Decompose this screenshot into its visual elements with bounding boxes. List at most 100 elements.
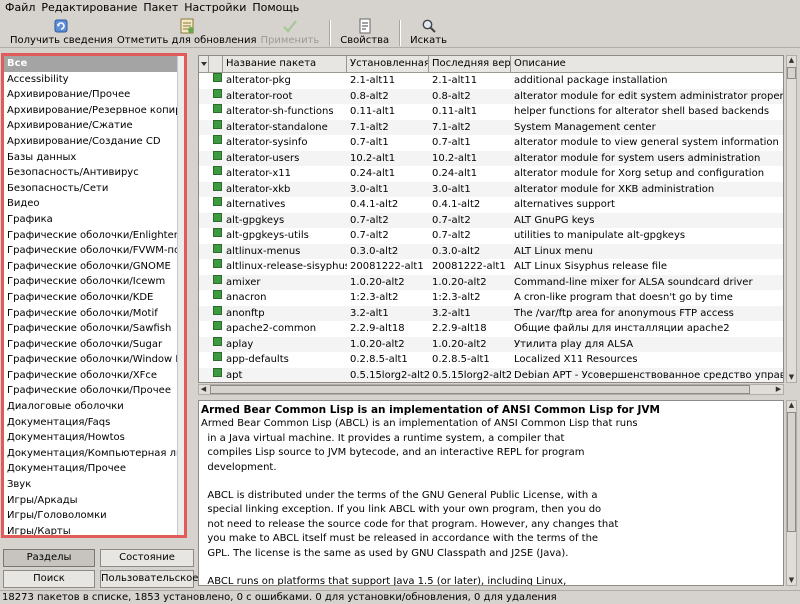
- group-item[interactable]: Документация/Компьютерная литература: [4, 446, 180, 462]
- installed-checkbox[interactable]: [209, 305, 223, 322]
- table-row[interactable]: anacron 1:2.3-alt2 1:2.3-alt2 A cron-like p…: [199, 290, 783, 306]
- properties-button[interactable]: Свойства: [338, 17, 391, 48]
- group-item[interactable]: Все: [4, 56, 180, 72]
- group-item[interactable]: Графические оболочки/Icewm: [4, 274, 180, 290]
- installed-checkbox[interactable]: [209, 104, 223, 120]
- scroll-left-arrow-icon[interactable]: ◀: [199, 385, 208, 394]
- reload-button[interactable]: Получить сведения: [8, 17, 115, 48]
- scroll-thumb[interactable]: [787, 412, 796, 532]
- group-item[interactable]: Видео: [4, 196, 180, 212]
- installed-checkbox[interactable]: [209, 367, 223, 383]
- table-row[interactable]: alterator-xkb 3.0-alt1 3.0-alt1 alterator m…: [199, 181, 783, 198]
- table-row[interactable]: alterator-standalone 7.1-alt2 7.1-alt2 Syst…: [199, 119, 783, 136]
- group-item[interactable]: Графика: [4, 212, 180, 228]
- search-button[interactable]: Искать: [408, 17, 449, 48]
- table-row[interactable]: altlinux-release-sisyphus 20081222-alt1 20…: [199, 259, 783, 275]
- menu-edit[interactable]: Редактирование: [38, 0, 140, 16]
- table-row[interactable]: apache2-common 2.2.9-alt18 2.2.9-alt18 Общи…: [199, 321, 783, 337]
- table-row[interactable]: alterator-sysinfo 0.7-alt1 0.7-alt1 alterat…: [199, 135, 783, 151]
- scroll-thumb[interactable]: [787, 67, 796, 79]
- group-item[interactable]: Графические оболочки/KDE: [4, 290, 180, 306]
- name-column-header[interactable]: [209, 56, 223, 73]
- table-row[interactable]: anonftp 3.2-alt1 3.2-alt1 The /var/ftp area…: [199, 305, 783, 322]
- description-scrollbar[interactable]: ▲ ▼: [786, 400, 797, 586]
- description-header[interactable]: Описание: [511, 56, 783, 73]
- group-item[interactable]: Документация/Howtos: [4, 430, 180, 446]
- group-item[interactable]: Архивирование/Создание CD: [4, 134, 180, 150]
- group-item[interactable]: Графические оболочки/FVWM-подобные: [4, 243, 180, 259]
- installed-checkbox[interactable]: [209, 274, 223, 291]
- table-row[interactable]: app-defaults 0.2.8.5-alt1 0.2.8.5-alt1 Loca…: [199, 352, 783, 368]
- mark-upgrade-button[interactable]: Отметить для обновления: [115, 17, 259, 48]
- group-item[interactable]: Графические оболочки/GNOME: [4, 259, 180, 275]
- status-button[interactable]: Состояние: [100, 549, 194, 567]
- menu-help[interactable]: Помощь: [249, 0, 302, 16]
- group-item[interactable]: Базы данных: [4, 150, 180, 166]
- table-horizontal-scrollbar[interactable]: ◀ ▶: [198, 384, 784, 395]
- menu-package[interactable]: Пакет: [140, 0, 181, 16]
- installed-checkbox[interactable]: [209, 321, 223, 337]
- table-row[interactable]: altlinux-menus 0.3.0-alt2 0.3.0-alt2 ALT Li…: [199, 243, 783, 260]
- group-item[interactable]: Графические оболочки/Window Maker: [4, 352, 180, 368]
- scroll-up-arrow-icon[interactable]: ▲: [787, 56, 796, 65]
- group-item[interactable]: Графические оболочки/Motif: [4, 306, 180, 322]
- installed-checkbox[interactable]: [209, 166, 223, 182]
- installed-checkbox[interactable]: [209, 212, 223, 229]
- installed-checkbox[interactable]: [209, 135, 223, 151]
- custom-filter-button[interactable]: Пользовательское: [100, 570, 198, 588]
- scroll-down-arrow-icon[interactable]: ▼: [787, 373, 796, 382]
- table-row[interactable]: aplay 1.0.20-alt2 1.0.20-alt2 Утилита play …: [199, 336, 783, 353]
- installed-checkbox[interactable]: [209, 119, 223, 136]
- group-item[interactable]: Графические оболочки/XFce: [4, 368, 180, 384]
- installed-checkbox[interactable]: [209, 336, 223, 353]
- group-item[interactable]: Графические оболочки/Sugar: [4, 337, 180, 353]
- installed-checkbox[interactable]: [209, 181, 223, 198]
- search-filter-button[interactable]: Поиск: [3, 570, 95, 588]
- group-item[interactable]: Графические оболочки/Enlightenment: [4, 228, 180, 244]
- table-vertical-scrollbar[interactable]: ▲ ▼: [786, 55, 797, 383]
- group-item[interactable]: Accessibility: [4, 72, 180, 88]
- installed-checkbox[interactable]: [209, 228, 223, 244]
- group-item[interactable]: Игры/Аркады: [4, 493, 180, 509]
- installed-checkbox[interactable]: [209, 243, 223, 260]
- table-row[interactable]: alterator-sh-functions 0.11-alt1 0.11-alt1…: [199, 104, 783, 120]
- group-item[interactable]: Архивирование/Сжатие: [4, 118, 180, 134]
- groups-scrollbar[interactable]: [177, 56, 184, 535]
- group-item[interactable]: Архивирование/Резервное копирование: [4, 103, 180, 119]
- scroll-thumb[interactable]: [210, 385, 750, 394]
- installed-checkbox[interactable]: [209, 197, 223, 213]
- group-item[interactable]: Графические оболочки/Sawfish: [4, 321, 180, 337]
- table-row[interactable]: amixer 1.0.20-alt2 1.0.20-alt2 Command-line…: [199, 274, 783, 291]
- menu-settings[interactable]: Настройки: [181, 0, 249, 16]
- scroll-up-arrow-icon[interactable]: ▲: [787, 401, 796, 410]
- menu-file[interactable]: Файл: [2, 0, 38, 16]
- table-row[interactable]: alt-gpgkeys-utils 0.7-alt2 0.7-alt2 utiliti…: [199, 228, 783, 244]
- table-row[interactable]: alternatives 0.4.1-alt2 0.4.1-alt2 alternat…: [199, 197, 783, 213]
- table-row[interactable]: alterator-x11 0.24-alt1 0.24-alt1 alterator…: [199, 166, 783, 182]
- installed-checkbox[interactable]: [209, 352, 223, 368]
- table-row[interactable]: alterator-users 10.2-alt1 10.2-alt1 alterat…: [199, 150, 783, 167]
- table-row[interactable]: alterator-pkg 2.1-alt11 2.1-alt11 additiona…: [199, 73, 783, 89]
- scroll-down-arrow-icon[interactable]: ▼: [787, 576, 796, 585]
- group-item[interactable]: Документация/Faqs: [4, 415, 180, 431]
- table-row[interactable]: apt 0.5.15lorg2-alt26 0.5.15lorg2-alt26 Deb…: [199, 367, 783, 383]
- installed-checkbox[interactable]: [209, 150, 223, 167]
- apply-button[interactable]: Применить: [258, 17, 321, 48]
- group-item[interactable]: Безопасность/Сети: [4, 181, 180, 197]
- table-row[interactable]: alt-gpgkeys 0.7-alt2 0.7-alt2 ALT GnuPG key…: [199, 212, 783, 229]
- installed-version-header[interactable]: Установленная в: [347, 56, 429, 73]
- group-item[interactable]: Архивирование/Прочее: [4, 87, 180, 103]
- group-item[interactable]: Безопасность/Антивирус: [4, 165, 180, 181]
- group-item[interactable]: Документация/Прочее: [4, 461, 180, 477]
- package-name-header[interactable]: Название пакета: [223, 56, 347, 73]
- group-item[interactable]: Игры/Головоломки: [4, 508, 180, 524]
- sections-button[interactable]: Разделы: [3, 549, 95, 567]
- latest-version-header[interactable]: Последняя верси: [429, 56, 511, 73]
- table-row[interactable]: alterator-root 0.8-alt2 0.8-alt2 alterator …: [199, 88, 783, 105]
- installed-checkbox[interactable]: [209, 73, 223, 89]
- group-item[interactable]: Диалоговые оболочки: [4, 399, 180, 415]
- group-item[interactable]: Игры/Карты: [4, 524, 180, 535]
- installed-checkbox[interactable]: [209, 290, 223, 306]
- installed-checkbox[interactable]: [209, 88, 223, 105]
- scroll-right-arrow-icon[interactable]: ▶: [774, 385, 783, 394]
